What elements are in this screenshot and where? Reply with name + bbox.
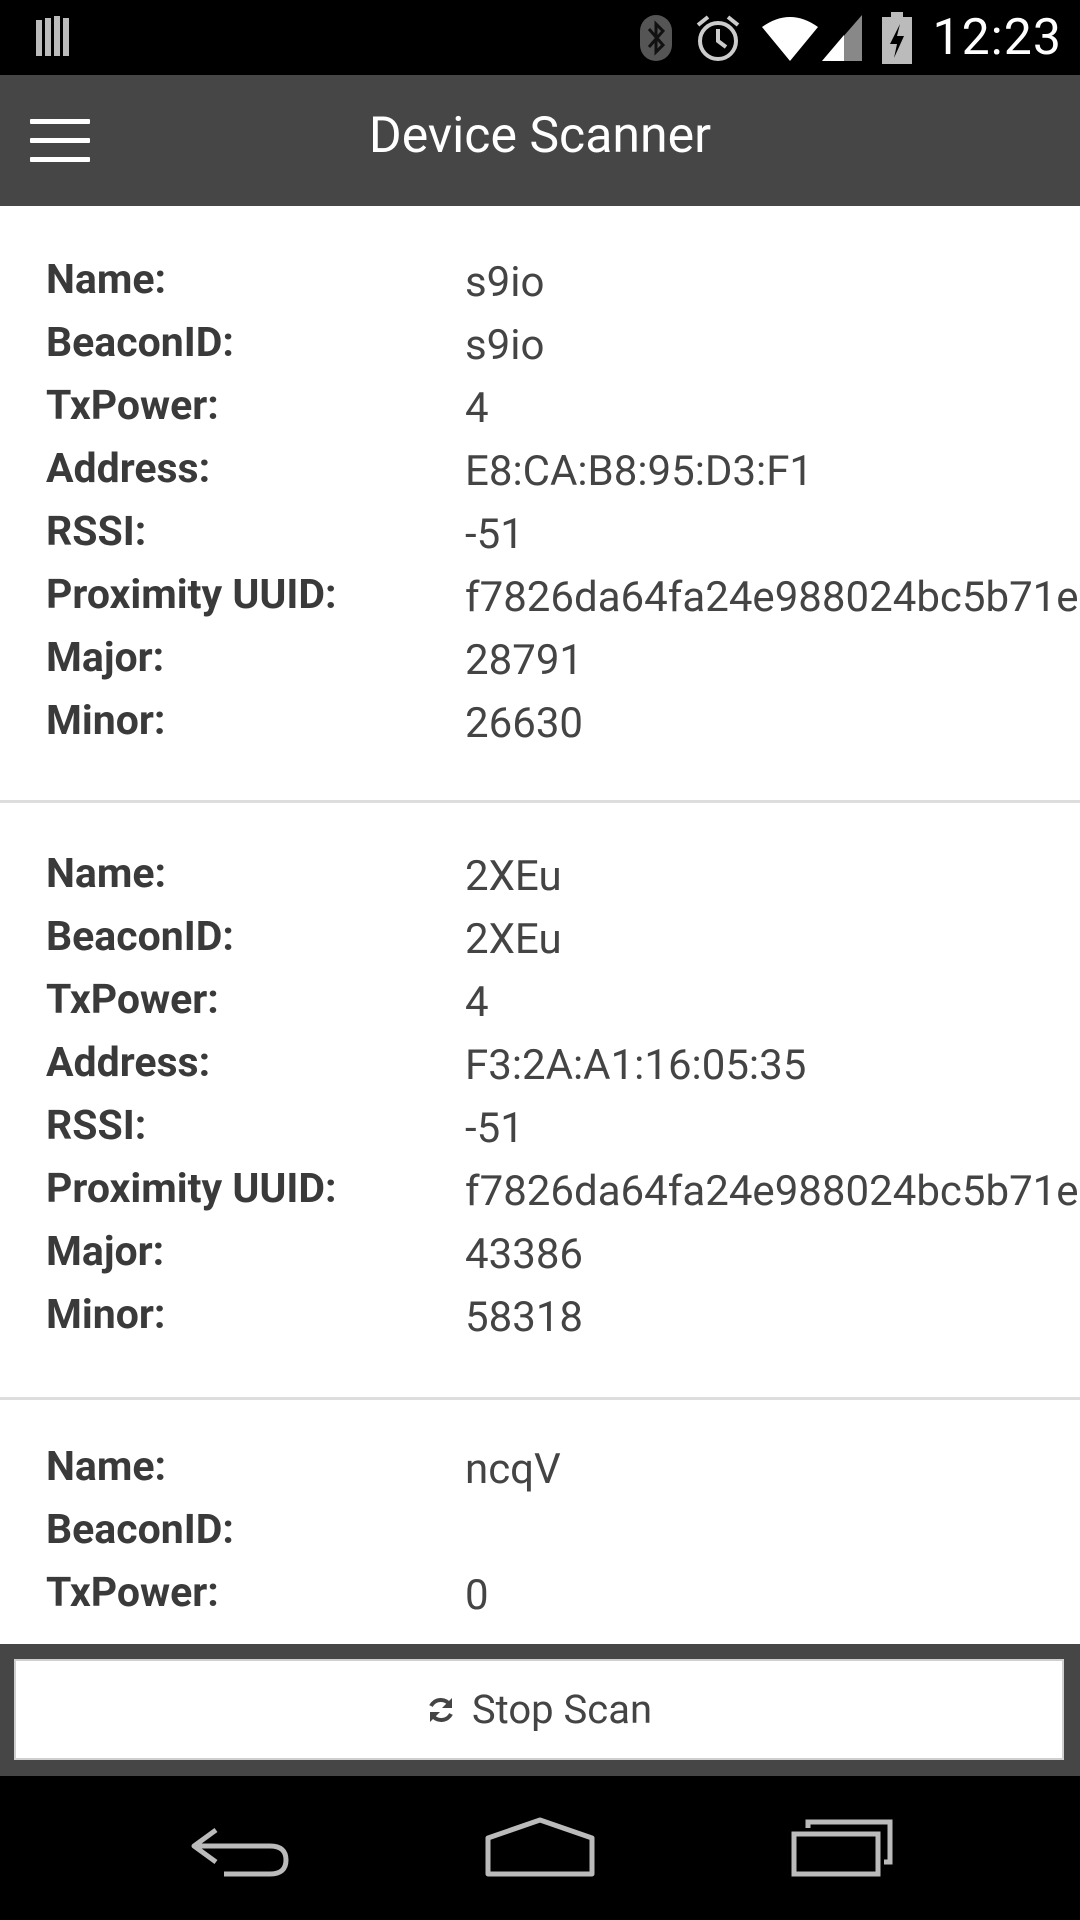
tx-power-label: TxPower: [46,976,219,1024]
minor-value: 58318 [465,1293,584,1342]
home-icon[interactable] [484,1816,596,1880]
tx-power-row: TxPower: 4 [0,976,1080,1039]
major-value: 28791 [465,636,584,685]
beacon-id-row: BeaconID: s9io [0,319,1080,382]
status-bar: 12:23 [0,0,1080,75]
rssi-label: RSSI: [46,508,147,556]
tx-power-label: TxPower: [46,382,219,430]
cell-signal-icon [822,14,863,61]
proximity-uuid-value: f7826da64fa24e988024bc5b71e0 [465,573,1080,622]
address-label: Address: [46,445,211,493]
beacon-id-row: BeaconID: [0,1506,1080,1569]
beacon-id-value: 2XEu [465,915,562,964]
navigation-bar [0,1776,1080,1920]
rssi-row: RSSI: -51 [0,1102,1080,1165]
address-row: Address: F3:2A:A1:16:05:35 [0,1039,1080,1102]
proximity-uuid-row: Proximity UUID: f7826da64fa24e988024bc5b… [0,571,1080,634]
address-label: Address: [46,1039,211,1087]
rssi-row: RSSI: -51 [0,508,1080,571]
address-row: Address: E8:CA:B8:95:D3:F1 [0,445,1080,508]
name-row: Name: 2XEu [0,850,1080,913]
bluetooth-icon [640,14,673,61]
name-row: Name: ncqV [0,1443,1080,1506]
stop-scan-label: Stop Scan [471,1686,653,1733]
proximity-uuid-row: Proximity UUID: f7826da64fa24e988024bc5b… [0,1165,1080,1228]
stop-scan-button[interactable]: Stop Scan [14,1659,1064,1760]
tx-power-row: TxPower: 4 [0,382,1080,445]
name-value: s9io [465,258,545,307]
name-value: 2XEu [465,852,562,901]
page-title: Device Scanner [368,107,712,165]
refresh-icon [429,1697,453,1722]
major-label: Major: [46,634,165,682]
beacon-id-value: s9io [465,321,545,370]
major-row: Major: 28791 [0,634,1080,697]
beacon-id-label: BeaconID: [46,319,234,367]
beacon-id-label: BeaconID: [46,913,234,961]
recents-icon[interactable] [790,1816,894,1880]
device-card: Name: 2XEu BeaconID: 2XEu TxPower: 4 Add… [0,803,1080,1400]
major-row: Major: 43386 [0,1228,1080,1291]
proximity-uuid-label: Proximity UUID: [46,571,337,619]
tx-power-value: 0 [465,1571,489,1620]
wifi-icon [762,16,819,61]
name-value: ncqV [465,1445,561,1494]
device-card: Name: s9io BeaconID: s9io TxPower: 4 Add… [0,206,1080,803]
name-label: Name: [46,1443,167,1491]
rssi-label: RSSI: [46,1102,147,1150]
device-card: Name: ncqV BeaconID: TxPower: 0 [0,1400,1080,1644]
major-label: Major: [46,1228,165,1276]
address-value: F3:2A:A1:16:05:35 [465,1041,807,1090]
app-bar: Device Scanner [0,75,1080,206]
rssi-value: -51 [465,1104,524,1153]
name-label: Name: [46,850,167,898]
minor-row: Minor: 26630 [0,697,1080,760]
rssi-value: -51 [465,510,524,559]
major-value: 43386 [465,1230,584,1279]
action-bar: Stop Scan [0,1644,1080,1776]
minor-value: 26630 [465,699,584,748]
minor-label: Minor: [46,1291,166,1339]
proximity-uuid-label: Proximity UUID: [46,1165,337,1213]
beacon-id-label: BeaconID: [46,1506,234,1554]
name-row: Name: s9io [0,256,1080,319]
minor-row: Minor: 58318 [0,1291,1080,1354]
alarm-icon [697,14,740,61]
beacon-id-row: BeaconID: 2XEu [0,913,1080,976]
device-list[interactable]: Name: s9io BeaconID: s9io TxPower: 4 Add… [0,206,1080,1644]
tx-power-row: TxPower: 0 [0,1569,1080,1632]
name-label: Name: [46,256,167,304]
back-icon[interactable] [188,1816,292,1880]
notification-icon [36,16,69,56]
proximity-uuid-value: f7826da64fa24e988024bc5b71e0 [465,1167,1080,1216]
tx-power-label: TxPower: [46,1569,219,1617]
tx-power-value: 4 [465,384,489,433]
battery-icon [882,11,913,64]
tx-power-value: 4 [465,978,489,1027]
status-time: 12:23 [932,8,1062,67]
address-value: E8:CA:B8:95:D3:F1 [465,447,814,496]
minor-label: Minor: [46,697,166,745]
